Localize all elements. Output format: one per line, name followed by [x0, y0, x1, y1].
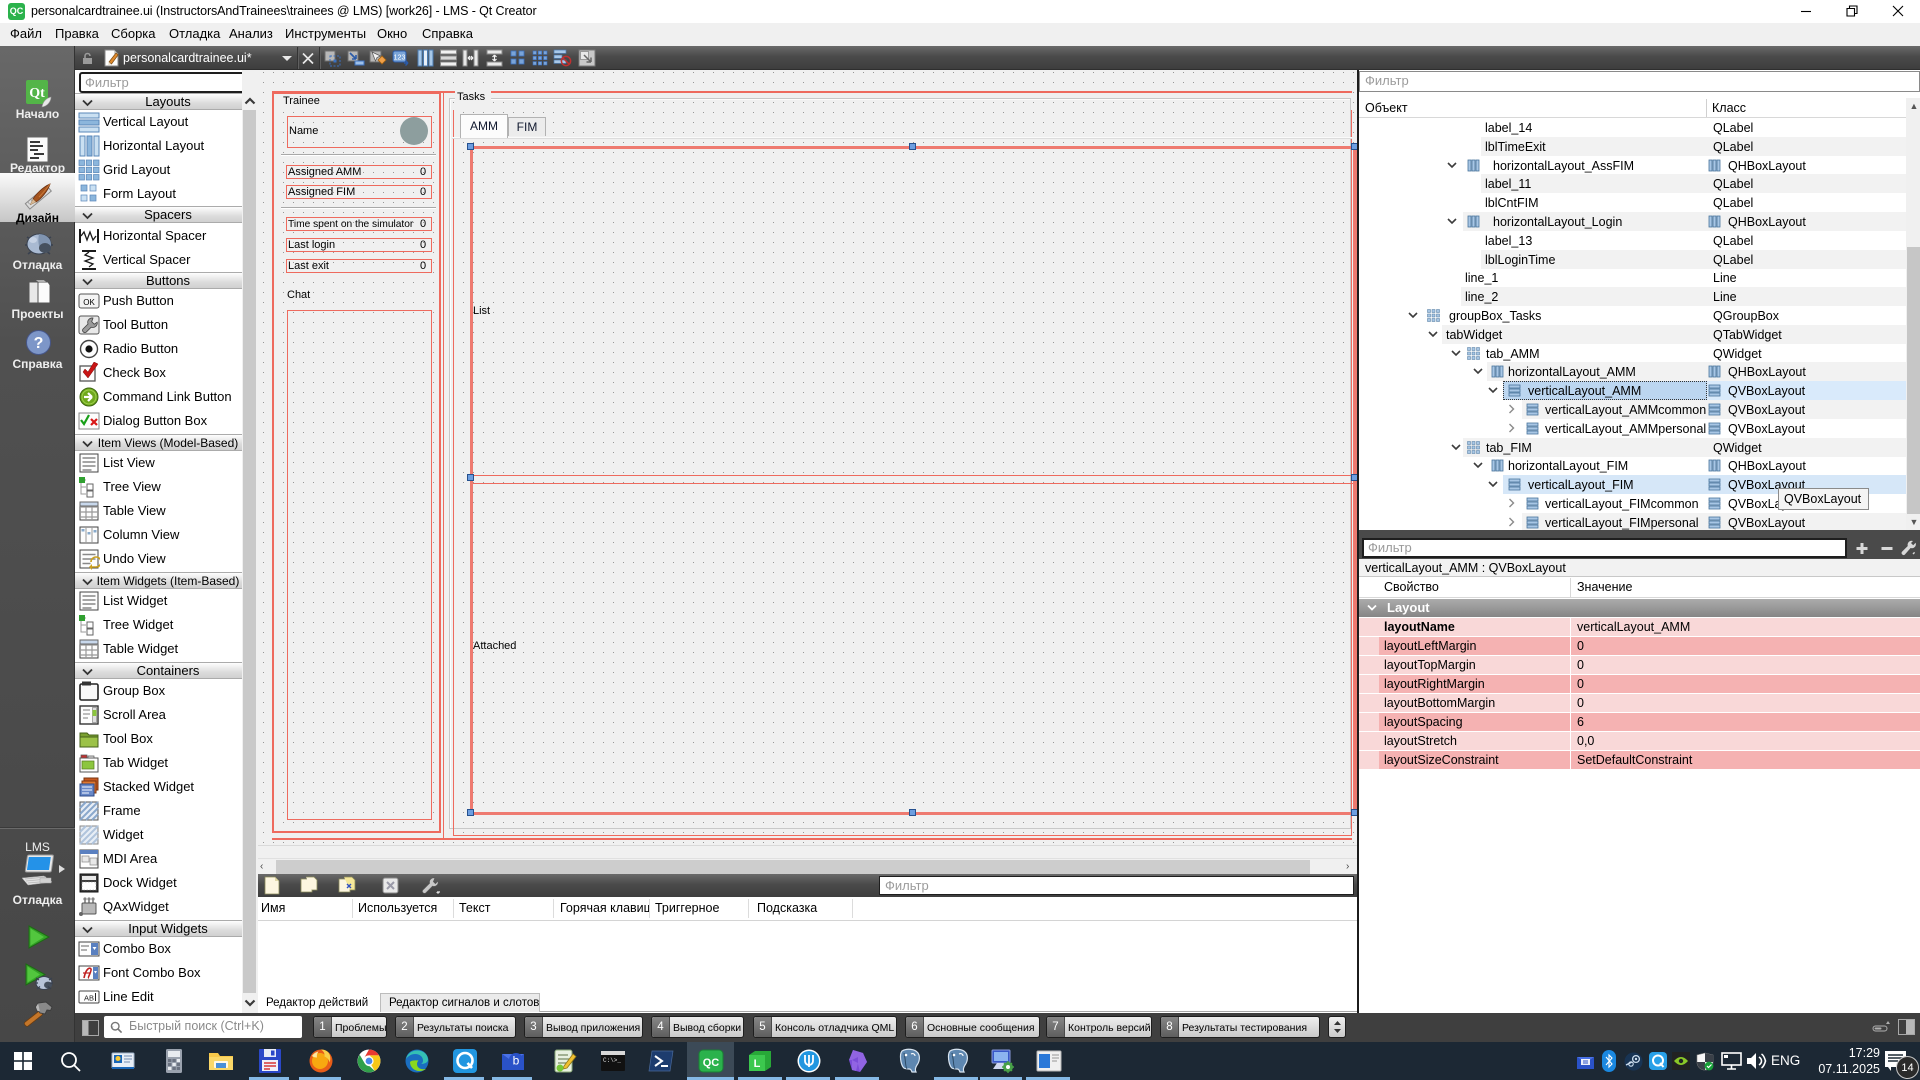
svg-text:C:\>_: C:\>_ [603, 1057, 621, 1064]
svg-text:?: ? [34, 335, 44, 352]
svg-text:b: b [513, 1054, 520, 1068]
svg-text:L: L [754, 1058, 761, 1070]
svg-text:OK: OK [83, 298, 95, 307]
svg-text:AB: AB [84, 994, 94, 1003]
svg-text:Qt: Qt [29, 86, 45, 101]
svg-text:123: 123 [394, 55, 406, 62]
svg-text:QC: QC [703, 1057, 720, 1069]
